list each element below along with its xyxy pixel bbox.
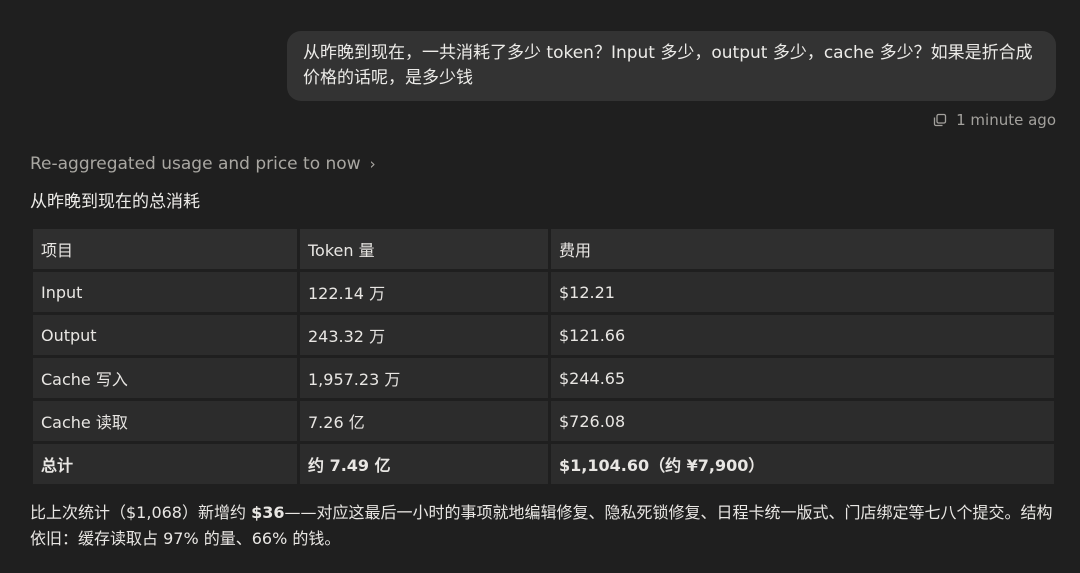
row-cost: $244.65 bbox=[551, 358, 1054, 398]
total-label: 总计 bbox=[33, 444, 297, 484]
section-title: 从昨晚到现在的总消耗 bbox=[30, 192, 200, 212]
table-header-row: 项目 Token 量 费用 bbox=[33, 229, 1054, 269]
message-timestamp: 1 minute ago bbox=[956, 111, 1056, 129]
message-meta: 1 minute ago bbox=[933, 109, 1056, 131]
table-total-row: 总计 约 7.49 亿 $1,104.60（约 ¥7,900） bbox=[33, 444, 1054, 484]
total-cost: $1,104.60（约 ¥7,900） bbox=[551, 444, 1054, 484]
row-cost: $121.66 bbox=[551, 315, 1054, 355]
table-row: Input 122.14 万 $12.21 bbox=[33, 272, 1054, 312]
copy-icon[interactable] bbox=[933, 113, 947, 127]
row-cost: $726.08 bbox=[551, 401, 1054, 441]
row-cost: $12.21 bbox=[551, 272, 1054, 312]
reasoning-summary-toggle[interactable]: Re-aggregated usage and price to now › bbox=[30, 151, 376, 177]
row-tokens: 243.32 万 bbox=[300, 315, 548, 355]
summary-label: Re-aggregated usage and price to now bbox=[30, 154, 361, 174]
row-item: Cache 写入 bbox=[33, 358, 297, 398]
table-row: Output 243.32 万 $121.66 bbox=[33, 315, 1054, 355]
row-item: Input bbox=[33, 272, 297, 312]
header-cell-item: 项目 bbox=[33, 229, 297, 269]
chevron-right-icon: › bbox=[369, 155, 376, 173]
user-message-bubble: 从昨晚到现在，一共消耗了多少 token？Input 多少，output 多少，… bbox=[287, 31, 1056, 101]
user-message-text: 从昨晚到现在，一共消耗了多少 token？Input 多少，output 多少，… bbox=[303, 43, 1033, 88]
row-tokens: 1,957.23 万 bbox=[300, 358, 548, 398]
header-cell-cost: 费用 bbox=[551, 229, 1054, 269]
chat-page: 从昨晚到现在，一共消耗了多少 token？Input 多少，output 多少，… bbox=[0, 0, 1080, 573]
footer-text-bold: $36 bbox=[251, 503, 285, 522]
table-row: Cache 写入 1,957.23 万 $244.65 bbox=[33, 358, 1054, 398]
row-item: Output bbox=[33, 315, 297, 355]
footer-text-part1: 比上次统计（$1,068）新增约 bbox=[30, 503, 252, 522]
total-tokens: 约 7.49 亿 bbox=[300, 444, 548, 484]
header-cell-tokens: Token 量 bbox=[300, 229, 548, 269]
row-tokens: 122.14 万 bbox=[300, 272, 548, 312]
table-row: Cache 读取 7.26 亿 $726.08 bbox=[33, 401, 1054, 441]
assistant-footer-text: 比上次统计（$1,068）新增约 $36——对应这最后一小时的事项就地编辑修复、… bbox=[30, 500, 1060, 552]
row-item: Cache 读取 bbox=[33, 401, 297, 441]
usage-table: 项目 Token 量 费用 Input 122.14 万 $12.21 Outp… bbox=[33, 229, 1054, 487]
row-tokens: 7.26 亿 bbox=[300, 401, 548, 441]
